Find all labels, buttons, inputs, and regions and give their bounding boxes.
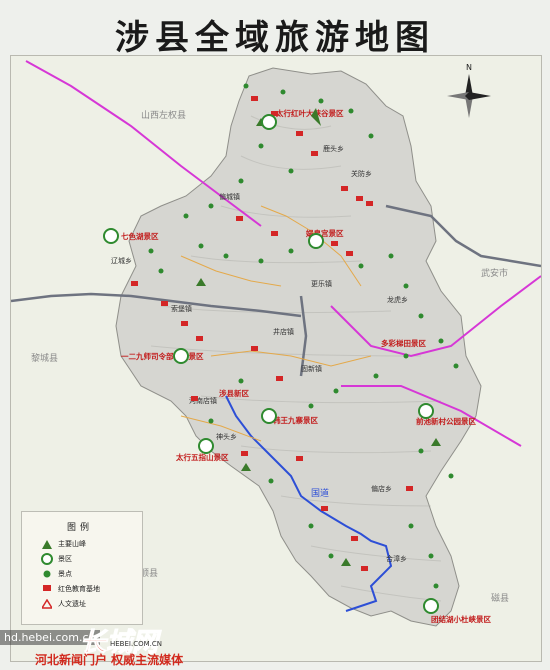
legend-label-1: 景区: [58, 555, 72, 563]
town-label-0: 偏城镇: [219, 192, 240, 201]
scenic-label-9[interactable]: 团结湖小杜峡景区: [431, 614, 491, 624]
town-label-9: 索堡镇: [171, 304, 192, 313]
region-label-cixian: 磁县: [491, 592, 509, 604]
scenic-label-4[interactable]: 涉县新区: [219, 388, 249, 398]
legend-row-peak: 主要山峰: [36, 538, 86, 550]
legend-title: 图例: [67, 523, 94, 533]
scenic-label-7[interactable]: 太行五指山景区: [176, 452, 229, 462]
legend-row-spot: 景点: [36, 568, 72, 580]
scenic-area-icon: [36, 553, 58, 565]
town-label-12: 偏店乡: [371, 484, 392, 493]
town-label-8: 合漳乡: [386, 554, 407, 563]
legend-row-heritage: 人文遗址: [36, 598, 86, 610]
spot-icon: [36, 570, 58, 578]
compass-north-label: N: [466, 63, 472, 72]
scenic-label-0[interactable]: 太行红叶大峡谷景区: [276, 108, 344, 118]
town-label-7: 龙虎乡: [387, 295, 408, 304]
watermark-tagline: 河北新闻门户 权威主流媒体: [35, 653, 184, 667]
town-label-5: 鹿头乡: [323, 144, 344, 153]
town-label-6: 关防乡: [351, 169, 372, 178]
watermark-site: HEBEI.COM.CN: [110, 640, 162, 648]
legend-row-red-base: 红色教育基地: [36, 583, 100, 595]
region-label-shanxi-zuoquan: 山西左权县: [141, 109, 186, 121]
scenic-label-6[interactable]: 韩王九寨景区: [273, 415, 318, 425]
region-label-licheng: 黎城县: [31, 352, 58, 364]
scenic-label-5[interactable]: 多彩梯田景区: [381, 338, 426, 348]
peak-icon: [36, 539, 58, 549]
red-flag-icon: [36, 584, 58, 594]
map-canvas[interactable]: 山西左权县 黎城县 平顺县 武安市 磁县 太行红叶大峡谷景区 七色湖景区 娲皇宫…: [10, 55, 542, 662]
scenic-label-3[interactable]: 一二九师司令部旧址景区: [121, 351, 204, 361]
legend-label-2: 景点: [58, 570, 72, 578]
legend-label-4: 人文遗址: [58, 600, 86, 608]
town-label-4: 神头乡: [216, 432, 237, 441]
scenic-label-1[interactable]: 七色湖景区: [121, 231, 159, 241]
town-label-11: 更乐镇: [311, 279, 332, 288]
legend-label-0: 主要山峰: [58, 540, 86, 548]
map-legend: 图例 主要山峰 景区 景点 红色教育基地 人文遗址: [21, 511, 143, 625]
highway-label: 国道: [311, 487, 329, 499]
legend-row-scenic-area: 景区: [36, 553, 72, 565]
town-label-3: 井店镇: [273, 327, 294, 336]
legend-label-3: 红色教育基地: [58, 585, 100, 593]
heritage-icon: [36, 599, 58, 609]
title-bar: 涉县全域旅游地图: [0, 0, 550, 58]
region-label-wuan: 武安市: [481, 267, 508, 279]
map-title: 涉县全域旅游地图: [115, 18, 435, 58]
town-label-10: 固新镇: [301, 364, 322, 373]
town-label-1: 辽城乡: [111, 257, 132, 265]
